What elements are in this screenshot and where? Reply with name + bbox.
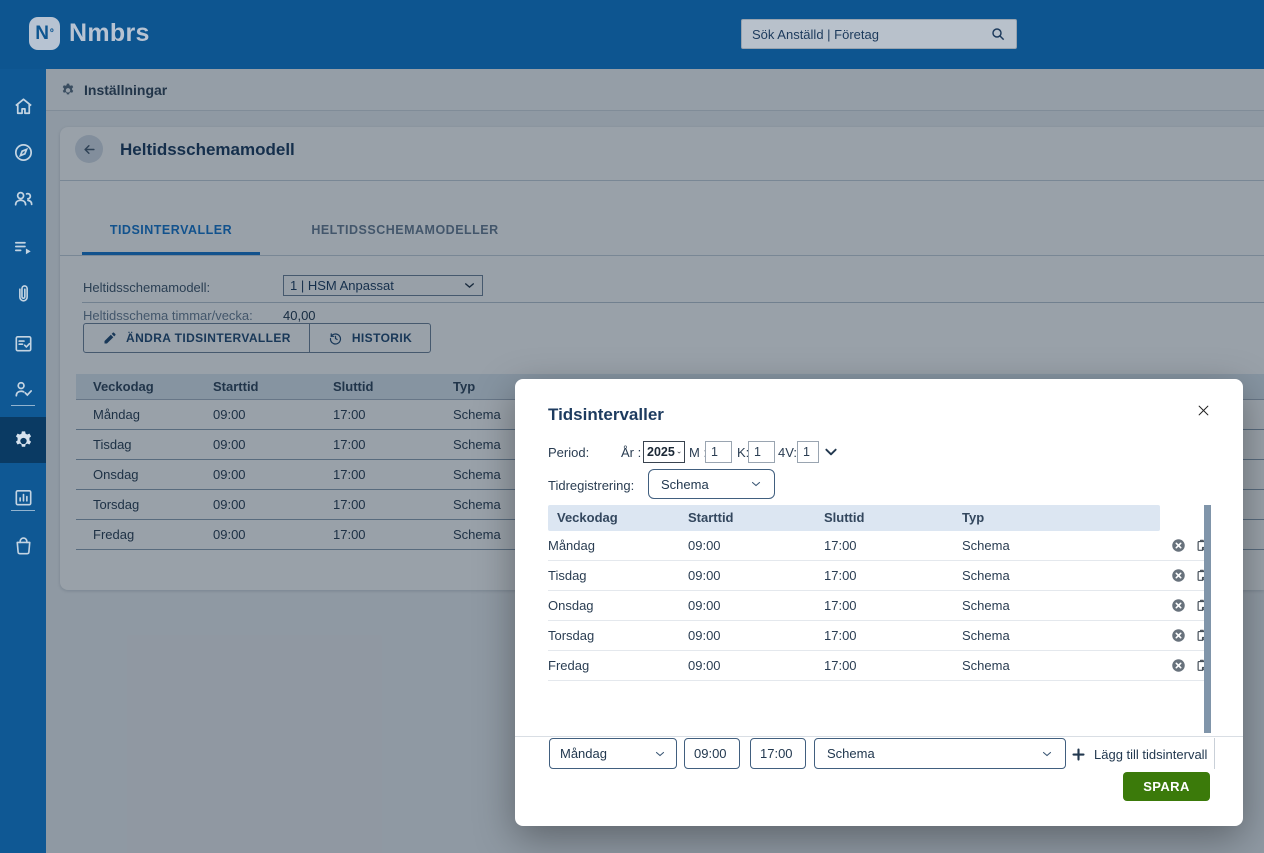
people-icon: [12, 187, 35, 210]
shopping-bag-icon: [12, 534, 35, 557]
scrollbar[interactable]: [1204, 505, 1211, 733]
sidebar-item-employees[interactable]: [0, 175, 46, 221]
delete-row-icon[interactable]: [1171, 538, 1186, 553]
chevron-down-icon: [823, 445, 839, 459]
compass-icon: [12, 141, 35, 164]
save-button[interactable]: SPARA: [1123, 772, 1210, 801]
divider: [515, 736, 1243, 737]
add-starttime-input[interactable]: 09:00: [684, 738, 740, 769]
tidsintervaller-dialog: Tidsintervaller Period: År : 2025 M : 1 …: [515, 379, 1243, 826]
divider: [1214, 738, 1215, 769]
home-icon: [12, 95, 35, 118]
fourweek-input[interactable]: 1: [797, 441, 819, 463]
year-label: År :: [621, 445, 641, 460]
sidebar-item-explore[interactable]: [0, 129, 46, 175]
dialog-table-row: Tisdag 09:00 17:00 Schema: [548, 561, 1210, 591]
search-input[interactable]: Sök Anställd | Företag: [741, 19, 1017, 49]
gear-icon: [12, 429, 35, 452]
nmbrs-logo[interactable]: Nº Nmbrs: [29, 17, 150, 50]
chevron-down-icon: [654, 748, 666, 760]
chevron-down-icon: [677, 447, 681, 458]
add-endtime-input[interactable]: 17:00: [750, 738, 806, 769]
close-icon: [1196, 403, 1211, 418]
sidebar: [0, 69, 46, 853]
dialog-table-row: Måndag 09:00 17:00 Schema: [548, 531, 1210, 561]
close-button[interactable]: [1193, 400, 1213, 420]
sidebar-item-home[interactable]: [0, 83, 46, 129]
period-label: Period:: [548, 445, 589, 460]
top-bar: Nº Nmbrs Sök Anställd | Företag: [0, 0, 1264, 69]
add-timeinterval-button[interactable]: Lägg till tidsintervall: [1071, 740, 1207, 768]
month-input[interactable]: 1: [705, 441, 732, 463]
sidebar-item-runs[interactable]: [0, 224, 46, 270]
delete-row-icon[interactable]: [1171, 628, 1186, 643]
search-icon: [990, 26, 1006, 42]
dialog-table-row: Onsdag 09:00 17:00 Schema: [548, 591, 1210, 621]
sidebar-item-shop[interactable]: [0, 522, 46, 568]
bar-chart-icon: [12, 486, 35, 509]
fourweek-label: 4V:: [778, 445, 797, 460]
delete-row-icon[interactable]: [1171, 658, 1186, 673]
delete-row-icon[interactable]: [1171, 598, 1186, 613]
sidebar-item-checklist[interactable]: [0, 320, 46, 366]
checklist-icon: [12, 332, 35, 355]
sidebar-divider: [11, 510, 35, 511]
sidebar-item-reports[interactable]: [0, 474, 46, 520]
chevron-down-icon: [750, 478, 762, 490]
add-type-select[interactable]: Schema: [814, 738, 1066, 769]
add-day-select[interactable]: Måndag: [549, 738, 677, 769]
sidebar-item-settings[interactable]: [0, 417, 46, 463]
plus-icon: [1071, 747, 1086, 762]
time-registration-select[interactable]: Schema: [648, 469, 775, 499]
dialog-title: Tidsintervaller: [548, 405, 664, 425]
quarter-input[interactable]: 1: [748, 441, 775, 463]
time-registration-label: Tidregistrering:: [548, 478, 634, 493]
dialog-table-header: Veckodag Starttid Sluttid Typ: [548, 505, 1160, 531]
person-check-icon: [12, 378, 35, 401]
dialog-table-row: Torsdag 09:00 17:00 Schema: [548, 621, 1210, 651]
delete-row-icon[interactable]: [1171, 568, 1186, 583]
dialog-table-body: Måndag 09:00 17:00 Schema Tisdag 09:00 1…: [548, 531, 1210, 681]
nmbrs-logo-icon: Nº: [29, 17, 60, 50]
dialog-table-row: Fredag 09:00 17:00 Schema: [548, 651, 1210, 681]
paperclip-icon: [12, 282, 35, 305]
list-play-icon: [12, 236, 35, 259]
period-expand-button[interactable]: [823, 445, 839, 459]
brand-name: Nmbrs: [69, 19, 150, 48]
sidebar-divider: [11, 405, 35, 406]
chevron-down-icon: [1041, 748, 1053, 760]
year-select[interactable]: 2025: [643, 441, 685, 463]
search-placeholder: Sök Anställd | Företag: [752, 27, 990, 42]
sidebar-item-attachments[interactable]: [0, 270, 46, 316]
